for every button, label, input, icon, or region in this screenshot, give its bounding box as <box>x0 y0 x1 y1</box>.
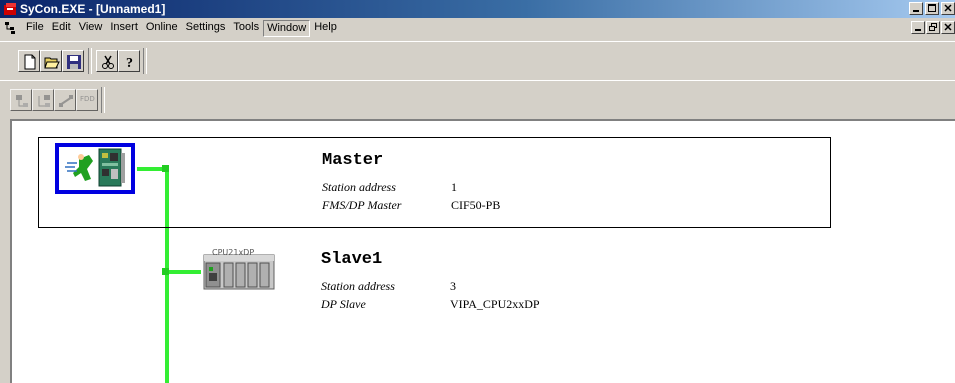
master-type-value: CIF50-PB <box>451 198 501 212</box>
minimize-button[interactable] <box>909 2 923 15</box>
document-icon[interactable] <box>4 21 18 35</box>
insert-slave-button[interactable] <box>32 89 54 111</box>
svg-text:?: ? <box>126 56 133 70</box>
save-button[interactable] <box>62 50 84 72</box>
doc-close-button[interactable] <box>941 21 955 34</box>
connect-button[interactable] <box>54 89 76 111</box>
master-device-icon[interactable] <box>55 143 135 194</box>
window-controls <box>909 2 955 16</box>
slave-type-label: DP Slave <box>321 297 366 311</box>
maximize-button[interactable] <box>925 2 939 15</box>
slave-icon-label: CPU21xDP <box>212 248 255 257</box>
master-type-label: FMS/DP Master <box>322 198 402 212</box>
help-icon: ? <box>126 56 133 70</box>
menu-online[interactable]: Online <box>142 20 182 37</box>
slave-title: Slave1 <box>321 250 383 269</box>
minimize-icon <box>915 29 921 31</box>
bus-line-slave <box>167 270 201 274</box>
menu-edit[interactable]: Edit <box>48 20 75 37</box>
master-node[interactable]: Master Station address 1 FMS/DP Master C… <box>38 137 831 228</box>
insert-master-button[interactable] <box>10 89 32 111</box>
slave-station-address-label: Station address <box>321 279 395 293</box>
save-icon <box>67 55 81 69</box>
menu-items: File Edit View Insert Online Settings Tools Win… <box>22 20 341 37</box>
standard-toolbar: ? <box>0 41 955 74</box>
menu-bar: File Edit View Insert Online Settings Tools Win… <box>0 18 955 37</box>
master-title: Master <box>322 151 384 170</box>
toolbar-separator <box>143 48 147 74</box>
restore-icon <box>929 23 937 31</box>
master-card-icon <box>65 148 125 187</box>
connect-icon <box>59 95 73 107</box>
network-canvas[interactable]: Master Station address 1 FMS/DP Master C… <box>10 119 955 383</box>
network-toolbar: FDD <box>0 80 955 115</box>
slave-type-value: VIPA_CPU2xxDP <box>450 297 540 311</box>
slave-station-address-value: 3 <box>450 279 456 293</box>
new-icon <box>24 54 36 70</box>
cut-button[interactable] <box>96 50 118 72</box>
insert-master-icon <box>16 95 28 107</box>
bus-node-slave <box>162 268 169 275</box>
master-station-address-label: Station address <box>322 180 396 194</box>
fdd-button[interactable]: FDD <box>76 89 98 111</box>
menu-settings[interactable]: Settings <box>182 20 230 37</box>
close-button[interactable] <box>941 2 955 15</box>
cut-icon <box>102 55 114 69</box>
doc-minimize-button[interactable] <box>911 21 925 34</box>
open-button[interactable] <box>40 50 62 72</box>
help-button[interactable]: ? <box>118 50 140 72</box>
menu-view[interactable]: View <box>75 20 107 37</box>
menu-insert[interactable]: Insert <box>106 20 142 37</box>
window-title: SyCon.EXE - [Unnamed1] <box>20 2 166 16</box>
doc-restore-button[interactable] <box>926 21 940 34</box>
minimize-icon <box>913 10 919 12</box>
app-icon <box>4 3 16 15</box>
menu-window[interactable]: Window <box>263 20 311 37</box>
document-window-controls <box>911 21 955 34</box>
new-button[interactable] <box>18 50 40 72</box>
open-icon <box>44 57 60 69</box>
menu-tools[interactable]: Tools <box>229 20 263 37</box>
menu-help[interactable]: Help <box>310 20 341 37</box>
insert-slave-icon <box>38 95 50 107</box>
toolbar-separator <box>88 48 92 74</box>
fdd-icon: FDD <box>80 95 95 103</box>
menu-file[interactable]: File <box>22 20 48 37</box>
master-station-address-value: 1 <box>451 180 457 194</box>
toolbar-separator <box>101 87 105 113</box>
maximize-icon <box>928 4 936 12</box>
close-icon <box>944 23 952 31</box>
title-bar: SyCon.EXE - [Unnamed1] <box>0 0 955 18</box>
close-icon <box>944 4 952 12</box>
